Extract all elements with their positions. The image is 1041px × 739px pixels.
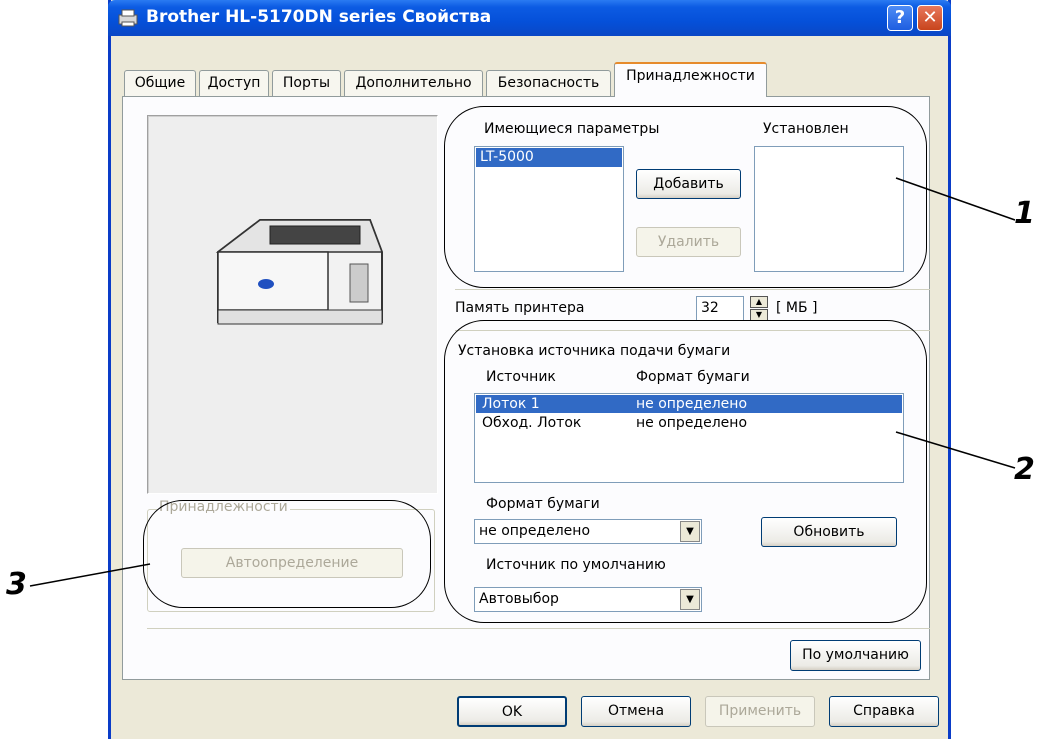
tab-accessories[interactable]: Принадлежности xyxy=(614,62,767,97)
callout-number-3: 3 xyxy=(6,567,27,602)
callout-number-1: 1 xyxy=(1014,196,1035,231)
callout-number-2: 2 xyxy=(1014,452,1035,487)
callout-lines xyxy=(29,177,1016,587)
